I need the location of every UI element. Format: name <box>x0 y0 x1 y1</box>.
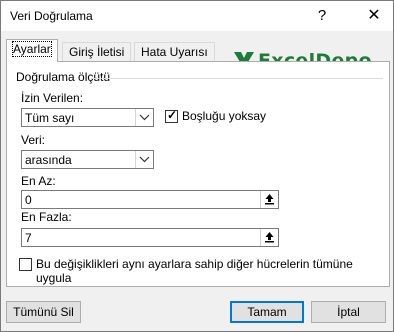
ignore-blank-checkbox[interactable]: ✓ <box>165 108 178 123</box>
data-select[interactable]: arasında <box>21 150 154 169</box>
dialog-window: Veri Doğrulama ? ✕ Ayarlar Giriş İletisi… <box>0 0 394 332</box>
data-select-value: arasında <box>25 153 72 167</box>
section-divider <box>91 78 383 79</box>
data-label: Veri: <box>21 133 46 147</box>
allow-select-value: Tüm sayı <box>25 111 75 125</box>
tab-settings[interactable]: Ayarlar <box>6 39 58 62</box>
range-select-icon[interactable] <box>260 191 278 208</box>
allow-select[interactable]: Tüm sayı <box>21 108 154 127</box>
window-title: Veri Doğrulama <box>10 9 93 23</box>
allow-label: İzin Verilen: <box>21 91 84 105</box>
min-input[interactable]: 0 <box>21 190 279 209</box>
check-icon: ✓ <box>167 108 178 122</box>
apply-all-checkbox[interactable] <box>19 258 32 271</box>
tab-settings-label: Ayarlar <box>12 41 52 57</box>
min-label: En Az: <box>21 174 56 188</box>
min-value: 0 <box>25 193 32 207</box>
chevron-down-icon[interactable] <box>135 151 153 168</box>
max-label: En Fazla: <box>21 210 72 224</box>
tab-error-alert[interactable]: Hata Uyarısı <box>134 42 215 61</box>
max-value: 7 <box>25 231 32 245</box>
cancel-button[interactable]: İptal <box>311 301 386 323</box>
apply-all-label: Bu değişiklikleri aynı ayarlara sahip di… <box>36 257 353 285</box>
criteria-section-label: Doğrulama ölçütü <box>16 70 111 84</box>
range-select-icon[interactable] <box>260 229 278 246</box>
ok-button[interactable]: Tamam <box>230 301 304 323</box>
close-button[interactable]: ✕ <box>361 5 387 27</box>
title-bar: Veri Doğrulama ? ✕ <box>1 1 393 31</box>
max-input[interactable]: 7 <box>21 228 279 247</box>
clear-all-button[interactable]: Tümünü Sil <box>6 301 81 323</box>
ignore-blank-label: Boşluğu yoksay <box>182 109 267 123</box>
tab-input-message[interactable]: Giriş İletisi <box>62 42 132 61</box>
chevron-down-icon[interactable] <box>135 109 153 126</box>
settings-panel: Doğrulama ölçütü İzin Verilen: Tüm sayı … <box>6 61 390 287</box>
help-button[interactable]: ? <box>309 5 335 27</box>
